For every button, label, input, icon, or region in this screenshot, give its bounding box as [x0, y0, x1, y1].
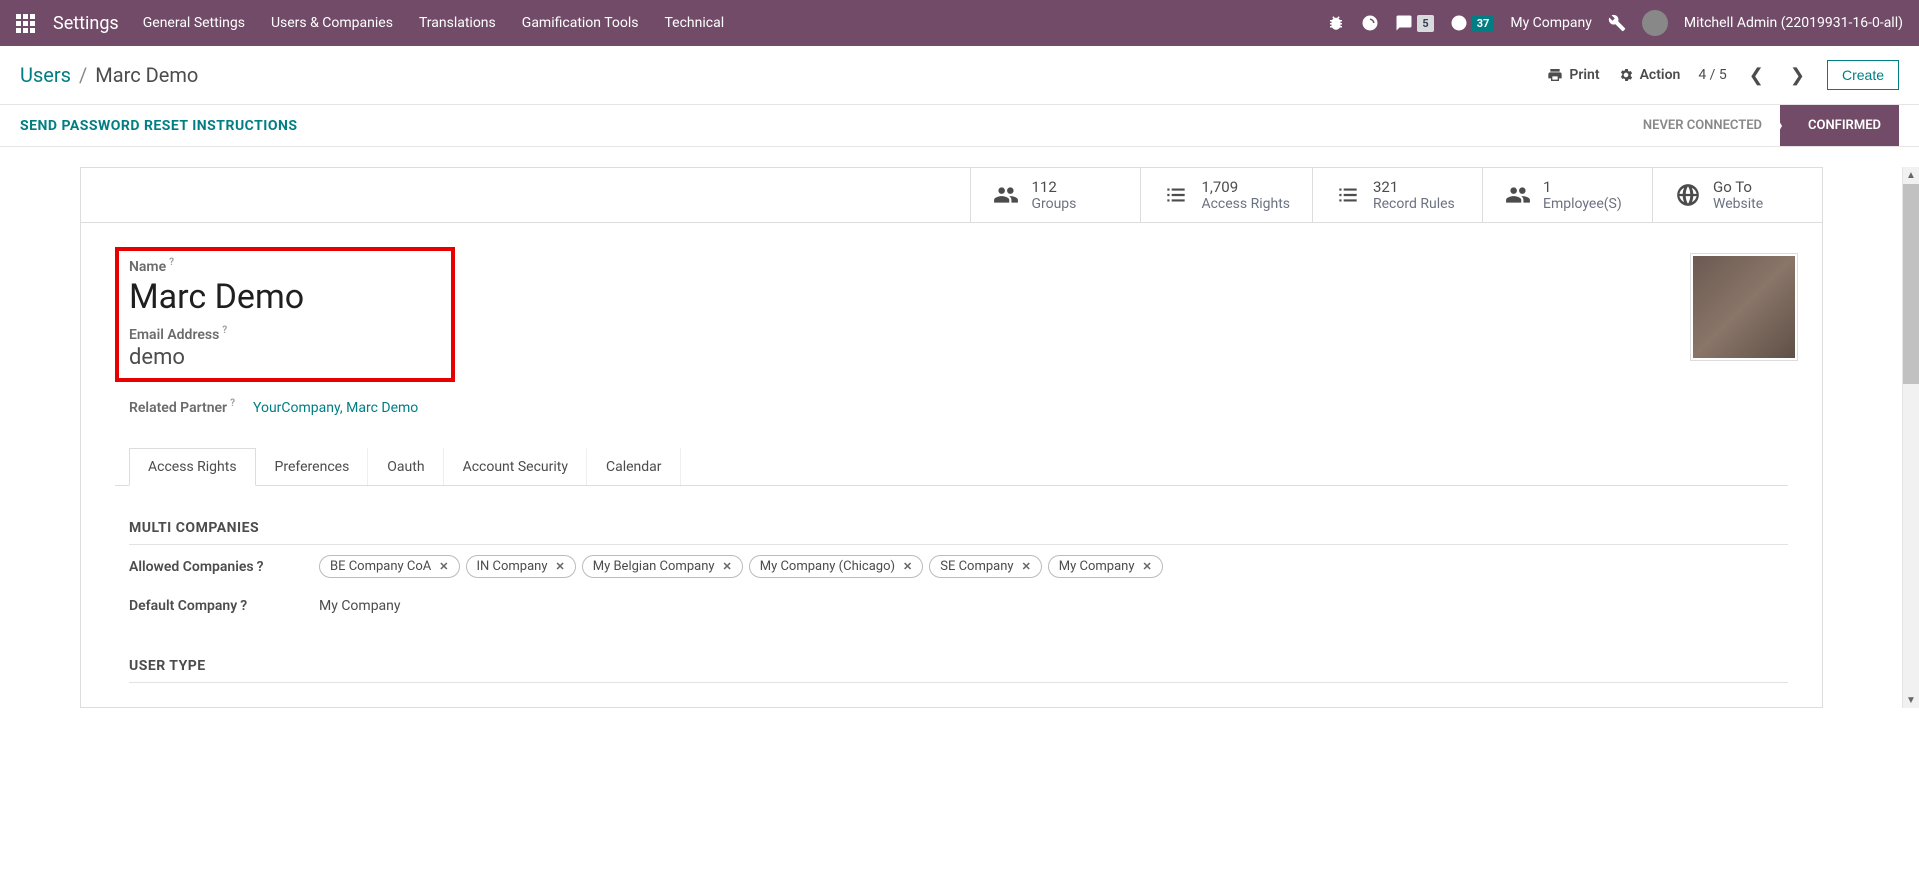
tag-company: IN Company✕ — [466, 555, 576, 578]
nav-translations[interactable]: Translations — [419, 15, 496, 31]
tag-company: My Belgian Company✕ — [582, 555, 743, 578]
statusbar-states: NEVER CONNECTED CONFIRMED — [1625, 105, 1899, 146]
content-wrap: 112Groups 1,709Access Rights 321Record R… — [0, 167, 1919, 708]
breadcrumb-bar: Users / Marc Demo Print Action 4 / 5 ❮ ❯… — [0, 46, 1919, 105]
user-menu[interactable]: Mitchell Admin (22019931-16-0-all) — [1684, 15, 1903, 31]
tag-remove-icon[interactable]: ✕ — [1142, 560, 1151, 573]
breadcrumb-actions: Print Action 4 / 5 ❮ ❯ Create — [1547, 60, 1899, 90]
pager-text: 4 / 5 — [1698, 67, 1726, 83]
top-navbar: Settings General Settings Users & Compan… — [0, 0, 1919, 46]
allowed-companies-row: Allowed Companies? BE Company CoA✕ IN Co… — [115, 545, 1788, 588]
tag-company: My Company (Chicago)✕ — [749, 555, 924, 578]
default-company-row: Default Company? My Company — [115, 588, 1788, 624]
tag-remove-icon[interactable]: ✕ — [723, 560, 732, 573]
default-company-value[interactable]: My Company — [319, 598, 401, 614]
highlight-box: Name? Marc Demo Email Address? demo — [115, 247, 455, 382]
tag-remove-icon[interactable]: ✕ — [1022, 560, 1031, 573]
related-partner-link[interactable]: YourCompany, Marc Demo — [253, 400, 418, 416]
scrollbar[interactable]: ▲ ▼ — [1902, 167, 1919, 708]
print-icon — [1547, 67, 1563, 83]
nav-gamification[interactable]: Gamification Tools — [522, 15, 639, 31]
user-avatar[interactable] — [1642, 10, 1668, 36]
default-company-label: Default Company? — [129, 598, 297, 614]
allowed-companies-tags[interactable]: BE Company CoA✕ IN Company✕ My Belgian C… — [319, 555, 1163, 578]
nav-users-companies[interactable]: Users & Companies — [271, 15, 393, 31]
section-user-type-title: USER TYPE — [115, 658, 1788, 674]
stat-record-rules[interactable]: 321Record Rules — [1312, 168, 1482, 222]
bug-icon[interactable] — [1327, 14, 1345, 32]
messaging-icon[interactable]: 5 — [1395, 14, 1433, 32]
email-field[interactable]: demo — [129, 345, 441, 370]
list-icon — [1163, 182, 1189, 208]
user-photo-image — [1693, 256, 1795, 358]
gear-icon — [1618, 67, 1634, 83]
navbar-left: Settings General Settings Users & Compan… — [16, 13, 724, 34]
breadcrumb-parent[interactable]: Users — [20, 63, 71, 87]
stat-employees[interactable]: 1Employee(S) — [1482, 168, 1652, 222]
send-reset-button[interactable]: SEND PASSWORD RESET INSTRUCTIONS — [20, 118, 298, 134]
tools-icon[interactable] — [1608, 14, 1626, 32]
company-switcher[interactable]: My Company — [1510, 15, 1592, 31]
tab-preferences[interactable]: Preferences — [256, 448, 369, 485]
stat-row: 112Groups 1,709Access Rights 321Record R… — [81, 168, 1822, 223]
status-confirmed[interactable]: CONFIRMED — [1780, 105, 1899, 146]
name-field[interactable]: Marc Demo — [129, 277, 441, 317]
activity-badge: 37 — [1472, 15, 1495, 32]
navbar-right: 5 37 My Company Mitchell Admin (22019931… — [1327, 10, 1903, 36]
form-sheet: 112Groups 1,709Access Rights 321Record R… — [80, 167, 1823, 708]
status-never-connected[interactable]: NEVER CONNECTED — [1625, 105, 1780, 146]
divider — [129, 682, 1788, 683]
nav-menu: General Settings Users & Companies Trans… — [143, 15, 724, 31]
stat-access-rights[interactable]: 1,709Access Rights — [1140, 168, 1312, 222]
breadcrumb-separator: / — [79, 63, 87, 87]
action-button[interactable]: Action — [1618, 67, 1681, 83]
tag-company: SE Company✕ — [929, 555, 1042, 578]
brand-title[interactable]: Settings — [53, 13, 119, 34]
pager-prev[interactable]: ❮ — [1745, 65, 1768, 86]
tag-company: My Company✕ — [1048, 555, 1163, 578]
print-button[interactable]: Print — [1547, 67, 1599, 83]
scrollbar-thumb[interactable] — [1903, 184, 1919, 384]
scroll-down-arrow[interactable]: ▼ — [1903, 692, 1919, 708]
users-icon — [1505, 182, 1531, 208]
name-label: Name? — [129, 259, 174, 275]
scroll-up-arrow[interactable]: ▲ — [1903, 167, 1919, 183]
activity-icon[interactable]: 37 — [1450, 14, 1495, 32]
stat-website[interactable]: Go ToWebsite — [1652, 168, 1822, 222]
breadcrumb-current: Marc Demo — [95, 63, 198, 87]
tab-oauth[interactable]: Oauth — [368, 448, 443, 485]
section-multi-companies-title: MULTI COMPANIES — [115, 520, 1788, 536]
tag-remove-icon[interactable]: ✕ — [556, 560, 565, 573]
tab-account-security[interactable]: Account Security — [444, 448, 587, 485]
tab-access-rights[interactable]: Access Rights — [129, 448, 256, 486]
form-body: Name? Marc Demo Email Address? demo Rela… — [81, 223, 1822, 707]
create-button[interactable]: Create — [1827, 60, 1899, 90]
email-label: Email Address? — [129, 327, 227, 343]
tag-remove-icon[interactable]: ✕ — [439, 560, 448, 573]
users-icon — [993, 182, 1019, 208]
breadcrumb: Users / Marc Demo — [20, 63, 198, 87]
messaging-badge: 5 — [1417, 15, 1433, 32]
support-icon[interactable] — [1361, 14, 1379, 32]
related-partner-row: Related Partner? YourCompany, Marc Demo — [115, 400, 1788, 416]
list-icon — [1335, 182, 1361, 208]
nav-technical[interactable]: Technical — [665, 15, 725, 31]
apps-icon[interactable] — [16, 14, 35, 33]
allowed-companies-label: Allowed Companies? — [129, 559, 297, 575]
status-bar: SEND PASSWORD RESET INSTRUCTIONS NEVER C… — [0, 105, 1919, 147]
pager-next[interactable]: ❯ — [1786, 65, 1809, 86]
tag-company: BE Company CoA✕ — [319, 555, 460, 578]
tab-calendar[interactable]: Calendar — [587, 448, 681, 485]
globe-icon — [1675, 182, 1701, 208]
nav-general-settings[interactable]: General Settings — [143, 15, 245, 31]
related-partner-label: Related Partner? — [129, 400, 235, 416]
stat-groups[interactable]: 112Groups — [970, 168, 1140, 222]
form-tabs: Access Rights Preferences Oauth Account … — [115, 448, 1788, 486]
user-photo[interactable] — [1690, 253, 1798, 361]
tag-remove-icon[interactable]: ✕ — [903, 560, 912, 573]
